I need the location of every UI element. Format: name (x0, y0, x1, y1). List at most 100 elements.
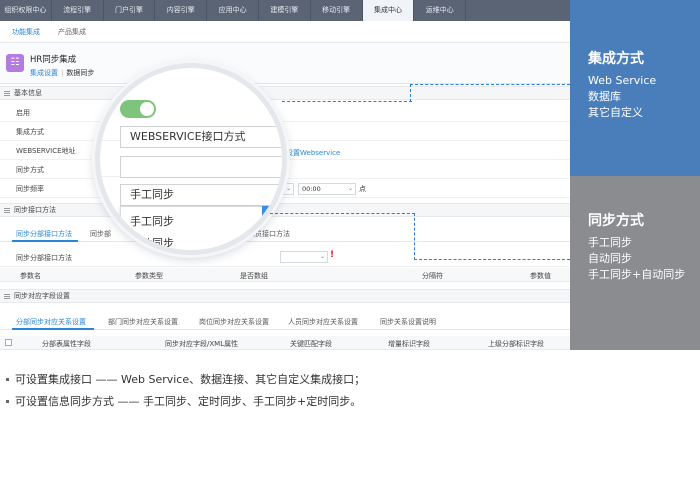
col-branch-field: 分部表属性字段 (42, 340, 91, 348)
app-screenshot: 组织权限中心 流程引擎 门户引擎 内容引擎 应用中心 建模引擎 移动引擎 集成中… (0, 0, 570, 350)
tab-branch-mapping[interactable]: 分部同步对应关系设置 (16, 317, 86, 327)
col-sync-field: 同步对应字段/XML属性 (165, 340, 239, 348)
method-select[interactable]: WEBSERVICE接口方式 (120, 126, 282, 148)
feature-list: 可设置集成接口 —— Web Service、数据连接、其它自定义集成接口； 可… (6, 372, 365, 416)
required-mark: ! (330, 250, 335, 260)
option-auto[interactable]: 自动同步 (130, 235, 174, 250)
nav-tab-modeling[interactable]: 建模引擎 (259, 0, 311, 21)
interface-method-section[interactable]: 同步接口方法 (0, 203, 570, 217)
method-row: 集成方式 ? (0, 122, 570, 141)
tab-dept-mapping[interactable]: 部门同步对应关系设置 (108, 317, 178, 327)
connector-line (270, 213, 415, 214)
nav-tab-org[interactable]: 组织权限中心 (0, 0, 52, 21)
set-webservice-link[interactable]: 设置Webservice (286, 148, 340, 158)
nav-tab-workflow[interactable]: 流程引擎 (52, 0, 104, 21)
panel-item: Web Service (588, 74, 657, 87)
ws-address-label: WEBSERVICE地址 (16, 147, 76, 155)
chevron-down-icon: ⌄ (347, 185, 353, 192)
panel-item: 其它自定义 (588, 106, 643, 119)
active-tab-indicator (12, 240, 78, 242)
col-key-field: 关键匹配字段 (290, 340, 332, 348)
panel-item: 数据库 (588, 90, 621, 103)
param-table-header: 参数名 参数类型 是否数组 分隔符 参数值 (0, 268, 570, 282)
sync-method-select[interactable]: 手工同步 (120, 184, 282, 206)
tab-branch-interface[interactable]: 同步分部接口方法 (16, 229, 72, 239)
time-select[interactable]: 00:00 ⌄ (298, 183, 356, 195)
connector-line (414, 259, 570, 260)
page-header: ☷ HR同步集成 集成设置 | 数据同步 (0, 44, 570, 84)
col-separator: 分隔符 (422, 272, 443, 280)
header-links: 集成设置 | 数据同步 (30, 68, 94, 78)
time-unit: 点 (359, 185, 366, 193)
mapping-tabs: 分部同步对应关系设置 部门同步对应关系设置 岗位同步对应关系设置 人员同步对应关… (0, 312, 570, 330)
enable-toggle[interactable] (120, 100, 156, 118)
active-tab-indicator (12, 328, 94, 330)
tab-mapping-help[interactable]: 同步关系设置说明 (380, 317, 436, 327)
nav-tab-integration[interactable]: 集成中心 (362, 0, 415, 21)
tab-dept-interface[interactable]: 同步部 (90, 229, 111, 239)
connector-line (410, 84, 570, 85)
chevron-down-icon: ⌄ (285, 185, 291, 192)
nav-tab-content[interactable]: 内容引擎 (155, 0, 208, 21)
chevron-down-icon: ⌄ (319, 253, 325, 260)
interface-tabs: 同步分部接口方法 同步部 步人员接口方法 (0, 224, 570, 242)
panel-item: 手工同步 (588, 236, 632, 249)
ws-address-input[interactable] (120, 156, 282, 178)
tab-post-mapping[interactable]: 岗位同步对应关系设置 (199, 317, 269, 327)
panel-title: 同步方式 (588, 213, 644, 229)
connector-line (414, 213, 415, 260)
col-is-array: 是否数组 (240, 272, 268, 280)
collapse-icon (4, 294, 10, 299)
sync-frequency-label: 同步频率 (16, 185, 44, 193)
sub-navigation: 功能集成 产品集成 (0, 21, 570, 43)
ws-address-row: WEBSERVICE地址 设置Webservice (0, 141, 570, 160)
top-navigation: 组织权限中心 流程引擎 门户引擎 内容引擎 应用中心 建模引擎 移动引擎 集成中… (0, 0, 570, 21)
col-parent-field: 上级分部标识字段 (488, 340, 544, 348)
data-sync-link[interactable]: 数据同步 (66, 69, 94, 77)
dropdown-scroll-marker (262, 206, 270, 218)
magnifier-callout: WEBSERVICE接口方式 手工同步 手工同步 自动同步 (100, 68, 282, 250)
sync-method-row: 同步方式 (0, 160, 570, 179)
enable-label: 启用 (16, 109, 30, 117)
sync-method-dropdown: 手工同步 自动同步 (120, 206, 270, 250)
collapse-icon (4, 208, 10, 213)
toggle-knob (140, 102, 154, 116)
col-incremental-field: 增量标识字段 (388, 340, 430, 348)
nav-tab-portal[interactable]: 门户引擎 (104, 0, 156, 21)
page-title: HR同步集成 (30, 55, 77, 65)
subnav-product-integration[interactable]: 产品集成 (58, 21, 86, 42)
sync-method-panel: 同步方式 手工同步 自动同步 手工同步+自动同步 (570, 176, 700, 350)
mapping-table-header: 分部表属性字段 同步对应字段/XML属性 关键匹配字段 增量标识字段 上级分部标… (0, 336, 570, 350)
panel-title: 集成方式 (588, 51, 644, 67)
col-param-name: 参数名 (20, 272, 41, 280)
section-title: 同步对应字段设置 (14, 292, 70, 300)
section-title: 基本信息 (14, 89, 42, 97)
list-item: 可设置信息同步方式 —— 手工同步、定时同步、手工同步+定时同步。 (6, 394, 365, 416)
col-param-type: 参数类型 (135, 272, 163, 280)
sync-method-label: 同步方式 (16, 166, 44, 174)
integration-method-panel: 集成方式 Web Service 数据库 其它自定义 (570, 0, 700, 176)
link-separator: | (61, 69, 64, 77)
subnav-function-integration[interactable]: 功能集成 (12, 21, 40, 42)
nav-tab-mobile[interactable]: 移动引擎 (311, 0, 363, 21)
branch-method-select[interactable]: ⌄ (280, 251, 328, 263)
panel-item: 手工同步+自动同步 (588, 268, 686, 281)
panel-item: 自动同步 (588, 252, 632, 265)
database-icon: ☷ (6, 54, 24, 72)
connector-line (410, 84, 411, 102)
nav-tab-app-center[interactable]: 应用中心 (207, 0, 259, 21)
integration-settings-link[interactable]: 集成设置 (30, 69, 58, 77)
collapse-icon (4, 91, 10, 96)
option-manual[interactable]: 手工同步 (130, 213, 174, 229)
basic-info-section[interactable]: 基本信息 (0, 86, 570, 100)
tab-person-mapping[interactable]: 人员同步对应关系设置 (288, 317, 358, 327)
sync-frequency-row: 同步频率 ⌄ 00:00 ⌄ 点 (0, 179, 570, 198)
method-label: 集成方式 (16, 128, 44, 136)
branch-method-label: 同步分部接口方法 (16, 254, 72, 262)
nav-tab-ops[interactable]: 运维中心 (414, 0, 467, 21)
connector-line (282, 101, 412, 102)
section-title: 同步接口方法 (14, 206, 56, 214)
list-item: 可设置集成接口 —— Web Service、数据连接、其它自定义集成接口； (6, 372, 365, 394)
field-mapping-section[interactable]: 同步对应字段设置 (0, 289, 570, 303)
select-all-checkbox[interactable] (5, 339, 12, 346)
